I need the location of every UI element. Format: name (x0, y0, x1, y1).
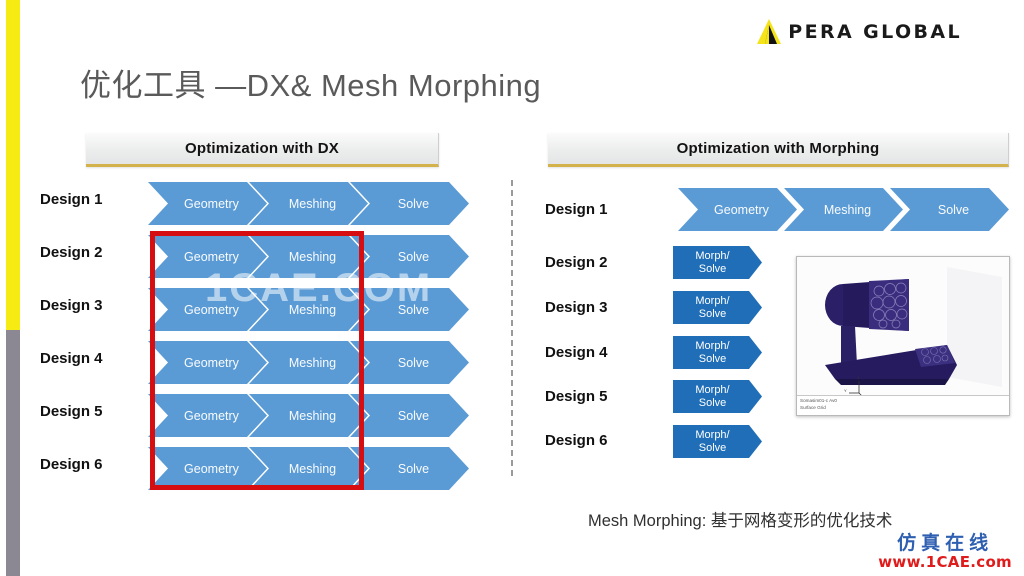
right-morph-solve-row5[interactable]: Morph/ Solve (673, 380, 762, 413)
right-design-label-5: Design 5 (545, 388, 608, 405)
right-panel-header-label: Optimization with Morphing (676, 140, 880, 157)
morph-label-line2: Solve (698, 262, 727, 275)
stage-label: Solve (397, 355, 430, 370)
stage-label: Solve (397, 196, 430, 211)
morph-label-line2: Solve (698, 396, 727, 409)
right-stage-geometry-row1[interactable]: Geometry (678, 188, 797, 231)
morph-label-line1: Morph/ (695, 295, 730, 308)
morph-label-line1: Morph/ (695, 384, 730, 397)
right-design-label-4: Design 4 (545, 344, 608, 361)
left-edge-accent-gray (6, 330, 20, 576)
slide-canvas: PERA GLOBAL 优化工具 —DX& Mesh Morphing Opti… (0, 0, 1024, 576)
watermark-url-text: www.1CAE.com (878, 553, 1012, 571)
left-design-label-4: Design 4 (40, 350, 103, 367)
cfd-surface-grid-thumbnail[interactable]: Z Y X Somasim01-c Av0 Surface Grid (796, 256, 1010, 416)
right-panel-header: Optimization with Morphing (548, 133, 1009, 167)
stage-label: Solve (937, 202, 970, 217)
stage-label: Solve (397, 302, 430, 317)
right-morph-solve-row6[interactable]: Morph/ Solve (673, 425, 762, 458)
repeated-steps-highlight-box (150, 231, 364, 490)
left-panel-header: Optimization with DX (86, 133, 439, 167)
pera-triangle-icon (756, 18, 782, 46)
right-morph-solve-row2[interactable]: Morph/ Solve (673, 246, 762, 279)
right-design-label-6: Design 6 (545, 432, 608, 449)
right-design-label-3: Design 3 (545, 299, 608, 316)
left-stage-geometry-row1[interactable]: Geometry (148, 182, 267, 225)
brand-logo: PERA GLOBAL (756, 18, 962, 46)
stage-label: Solve (397, 408, 430, 423)
watermark-bottom-right: 仿真在线 www.1CAE.com (878, 534, 1012, 570)
stage-label: Solve (397, 461, 430, 476)
morph-label-line1: Morph/ (695, 250, 730, 263)
left-design-label-5: Design 5 (40, 403, 103, 420)
thumbnail-caption-line2: Surface Grid (800, 404, 826, 410)
morph-label-line2: Solve (698, 307, 727, 320)
right-morph-solve-row4[interactable]: Morph/ Solve (673, 336, 762, 369)
stage-label: Geometry (714, 202, 769, 217)
morph-label-line1: Morph/ (695, 429, 730, 442)
watermark-cn-text: 仿真在线 (897, 532, 994, 554)
stage-label: Geometry (184, 196, 239, 211)
left-design-label-2: Design 2 (40, 244, 103, 261)
right-morph-solve-row3[interactable]: Morph/ Solve (673, 291, 762, 324)
right-design-label-1: Design 1 (545, 201, 608, 218)
right-stage-meshing-row1[interactable]: Meshing (784, 188, 903, 231)
panel-divider (511, 180, 513, 476)
morph-label-line2: Solve (698, 441, 727, 454)
slide-caption: Mesh Morphing: 基于网格变形的优化技术 (588, 512, 893, 530)
right-design-label-2: Design 2 (545, 254, 608, 271)
brand-logo-text: PERA GLOBAL (788, 21, 962, 43)
left-design-label-3: Design 3 (40, 297, 103, 314)
left-design-label-1: Design 1 (40, 191, 103, 208)
stage-label: Meshing (288, 196, 337, 211)
svg-text:Y: Y (844, 388, 847, 393)
right-stage-solve-row1[interactable]: Solve (890, 188, 1009, 231)
morph-label-line2: Solve (698, 352, 727, 365)
stage-label: Solve (397, 249, 430, 264)
left-design-label-6: Design 6 (40, 456, 103, 473)
thumbnail-caption-line1: Somasim01-c Av0 (800, 398, 837, 403)
page-title: 优化工具 —DX& Mesh Morphing (80, 68, 542, 103)
left-edge-accent-yellow (6, 0, 20, 330)
stage-label: Meshing (823, 202, 872, 217)
morph-label-line1: Morph/ (695, 340, 730, 353)
thumbnail-caption: Somasim01-c Av0 Surface Grid (797, 395, 1009, 415)
left-panel-header-label: Optimization with DX (185, 140, 339, 157)
